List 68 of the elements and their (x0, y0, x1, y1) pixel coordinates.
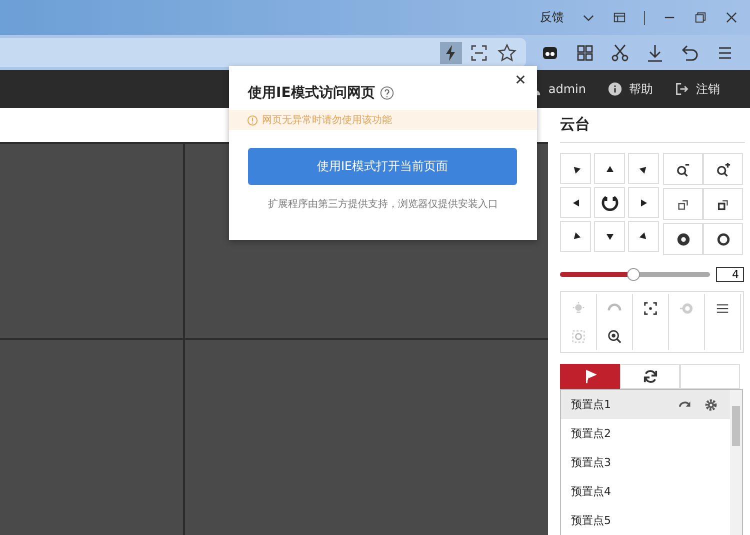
preset-name: 预置点3 (571, 455, 612, 470)
info-icon (608, 82, 622, 96)
ptz-title: 云台 (560, 108, 745, 143)
star-icon[interactable] (496, 42, 518, 64)
popup-title: 使用IE模式访问网页 (248, 84, 375, 102)
focus-far-button[interactable] (703, 188, 743, 220)
speed-slider[interactable] (560, 268, 710, 281)
undo-icon[interactable] (680, 42, 700, 62)
preset-item[interactable]: 预置点3 (561, 448, 730, 477)
close-icon[interactable] (725, 11, 738, 24)
feedback-link[interactable]: 反馈 (540, 9, 564, 26)
logout-icon (675, 82, 689, 96)
patrol-tab[interactable] (620, 364, 680, 389)
triangle-icon (604, 164, 614, 174)
iris-close-button[interactable] (703, 223, 743, 255)
gear-icon[interactable] (704, 398, 718, 412)
aperture-icon (676, 232, 690, 246)
direction-button[interactable] (628, 221, 659, 252)
preset-item[interactable]: 预置点5 (561, 506, 730, 535)
preset-tab[interactable] (560, 364, 620, 389)
preset-name: 预置点4 (571, 484, 612, 499)
zoom-out-button[interactable] (663, 153, 703, 185)
close-icon[interactable] (515, 74, 526, 85)
direction-button[interactable] (594, 153, 625, 184)
lightning-icon[interactable] (440, 42, 462, 64)
triangle-icon (570, 198, 580, 208)
scrollbar[interactable] (730, 390, 742, 535)
zoom-in-button[interactable] (703, 153, 743, 185)
info-icon (247, 114, 258, 126)
preset-name: 预置点5 (571, 513, 612, 528)
popup-note: 扩展程序由第三方提供支持，浏览器仅提供安装入口 (267, 198, 499, 211)
frame-icon (643, 300, 658, 316)
restore-icon[interactable] (694, 11, 707, 24)
scissors-icon[interactable] (610, 42, 630, 62)
zoom-in-icon (716, 162, 730, 176)
direction-button[interactable] (594, 221, 625, 252)
direction-button[interactable] (560, 153, 591, 184)
logout-link[interactable]: 注销 (696, 80, 720, 98)
triangle-icon (638, 198, 648, 208)
help-link[interactable]: 帮助 (629, 80, 653, 98)
preset-item[interactable]: 预置点1 (561, 390, 730, 419)
refresh-icon (642, 369, 658, 384)
direction-button[interactable] (628, 153, 659, 184)
direction-button[interactable] (628, 187, 659, 218)
direction-button[interactable] (560, 187, 591, 218)
preset-name: 预置点2 (571, 426, 612, 441)
triangle-icon (604, 232, 614, 242)
zoom-out-icon (676, 162, 690, 176)
lens-icon (679, 300, 694, 316)
auto-rotate-button[interactable] (594, 187, 625, 218)
help-icon[interactable] (380, 86, 394, 100)
user-name[interactable]: admin (548, 82, 586, 96)
preset-item[interactable]: 预置点2 (561, 419, 730, 448)
direction-button[interactable] (560, 221, 591, 252)
magnifier-icon (607, 328, 622, 344)
apps-icon[interactable] (575, 42, 595, 62)
focus-near-button[interactable] (663, 188, 703, 220)
ring-icon (716, 232, 730, 246)
warning-text: 网页无异常时请勿使用该功能 (262, 114, 392, 127)
preset-name: 预置点1 (571, 397, 612, 412)
bulb-icon (571, 300, 586, 316)
dashed-frame-icon (571, 328, 586, 344)
sidebar-icon[interactable] (613, 11, 626, 24)
preset-item[interactable]: 预置点4 (561, 477, 730, 506)
open-ie-mode-button[interactable]: 使用IE模式打开当前页面 (248, 148, 517, 185)
download-icon[interactable] (645, 42, 665, 62)
iris-open-button[interactable] (663, 223, 703, 255)
speed-value: 4 (716, 267, 744, 282)
